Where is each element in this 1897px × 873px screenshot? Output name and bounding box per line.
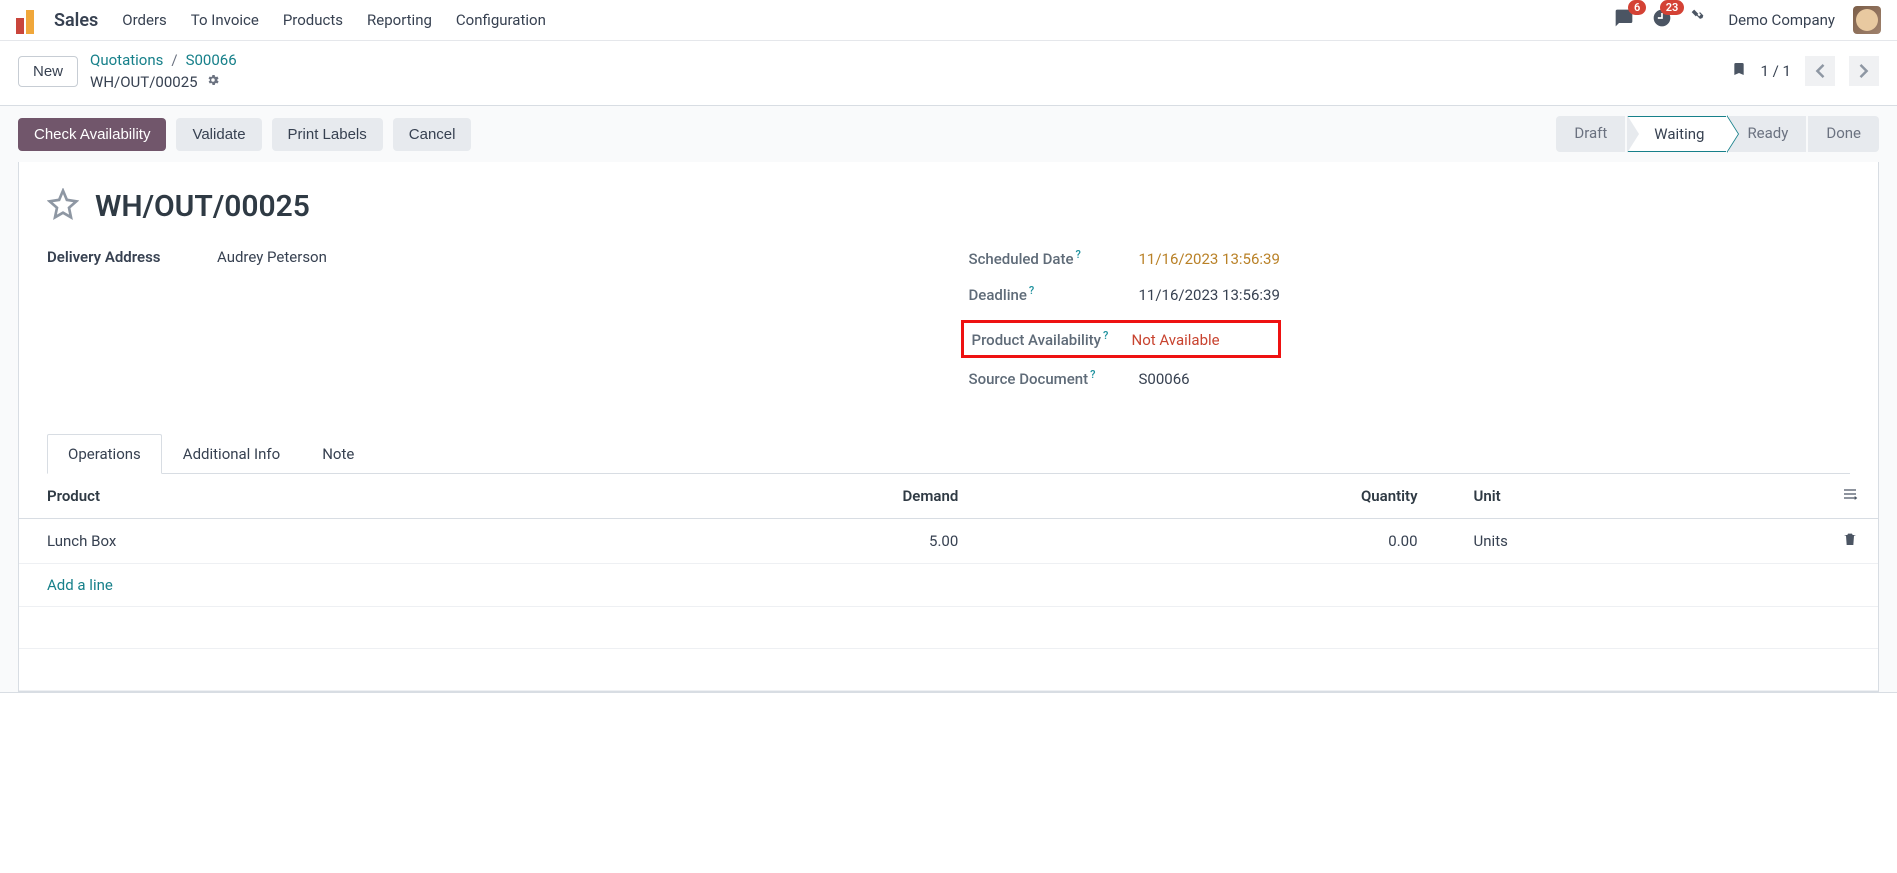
status-pipeline: Draft Waiting Ready Done: [1554, 116, 1879, 152]
col-product[interactable]: Product: [19, 474, 530, 519]
check-availability-button[interactable]: Check Availability: [18, 118, 166, 151]
source-document-label: Source Document?: [969, 368, 1139, 388]
scheduled-date-label: Scheduled Date?: [969, 248, 1139, 268]
app-logo[interactable]: [16, 6, 44, 34]
empty-row: [19, 649, 1878, 691]
nav-links: Orders To Invoice Products Reporting Con…: [122, 11, 546, 29]
nav-products[interactable]: Products: [283, 11, 343, 29]
control-bar: New Quotations / S00066 WH/OUT/00025 1 /…: [0, 41, 1897, 95]
tab-note[interactable]: Note: [301, 434, 375, 473]
delivery-address-label: Delivery Address: [47, 248, 217, 266]
product-availability-highlight: Product Availability? Not Available: [961, 320, 1281, 358]
nav-reporting[interactable]: Reporting: [367, 11, 432, 29]
action-bar: Check Availability Validate Print Labels…: [0, 106, 1897, 162]
tab-operations[interactable]: Operations: [47, 434, 162, 474]
product-availability-label: Product Availability?: [972, 329, 1132, 349]
breadcrumb-quotations[interactable]: Quotations: [90, 51, 163, 69]
add-line-row: Add a line: [19, 564, 1878, 607]
nav-to-invoice[interactable]: To Invoice: [191, 11, 259, 29]
breadcrumb: Quotations / S00066: [90, 51, 237, 69]
table-row[interactable]: Lunch Box 5.00 0.00 Units: [19, 519, 1878, 564]
user-avatar[interactable]: [1853, 6, 1881, 34]
delete-row-button[interactable]: [1814, 519, 1878, 564]
deadline-value[interactable]: 11/16/2023 13:56:39: [1139, 286, 1280, 304]
doc-title: WH/OUT/00025: [95, 189, 310, 224]
status-waiting[interactable]: Waiting: [1627, 116, 1727, 152]
cell-quantity[interactable]: 0.00: [986, 519, 1445, 564]
deadline-label: Deadline?: [969, 284, 1139, 304]
source-document-value[interactable]: S00066: [1139, 370, 1190, 388]
pager-text: 1 / 1: [1761, 62, 1792, 80]
tab-additional-info[interactable]: Additional Info: [162, 434, 301, 473]
col-quantity[interactable]: Quantity: [986, 474, 1445, 519]
status-done[interactable]: Done: [1808, 116, 1879, 152]
nav-configuration[interactable]: Configuration: [456, 11, 546, 29]
col-unit[interactable]: Unit: [1446, 474, 1814, 519]
bookmark-icon[interactable]: [1731, 59, 1747, 83]
empty-row: [19, 607, 1878, 649]
pager-prev-button[interactable]: [1805, 56, 1835, 86]
col-demand[interactable]: Demand: [530, 474, 986, 519]
gear-icon[interactable]: [206, 73, 220, 91]
validate-button[interactable]: Validate: [176, 118, 261, 151]
star-icon[interactable]: [47, 188, 79, 224]
status-draft[interactable]: Draft: [1556, 116, 1625, 152]
product-availability-value: Not Available: [1132, 331, 1220, 349]
help-icon[interactable]: ?: [1076, 248, 1081, 261]
operations-table: Product Demand Quantity Unit Lunch Box 5…: [19, 474, 1878, 691]
add-line-button[interactable]: Add a line: [47, 576, 113, 594]
scheduled-date-value[interactable]: 11/16/2023 13:56:39: [1139, 250, 1280, 268]
help-icon[interactable]: ?: [1090, 368, 1095, 381]
help-icon[interactable]: ?: [1029, 284, 1034, 297]
company-name[interactable]: Demo Company: [1728, 11, 1835, 29]
help-icon[interactable]: ?: [1103, 329, 1108, 342]
app-title[interactable]: Sales: [54, 10, 98, 31]
status-ready[interactable]: Ready: [1729, 116, 1806, 152]
pager-next-button[interactable]: [1849, 56, 1879, 86]
cell-demand[interactable]: 5.00: [530, 519, 986, 564]
cell-unit[interactable]: Units: [1446, 519, 1814, 564]
tools-icon[interactable]: [1690, 8, 1710, 32]
messages-icon[interactable]: 6: [1614, 8, 1634, 32]
col-settings[interactable]: [1814, 474, 1878, 519]
tabs: Operations Additional Info Note: [47, 434, 1850, 474]
cancel-button[interactable]: Cancel: [393, 118, 472, 151]
nav-orders[interactable]: Orders: [122, 11, 167, 29]
new-button[interactable]: New: [18, 56, 78, 87]
form-sheet: WH/OUT/00025 Delivery Address Audrey Pet…: [18, 162, 1879, 692]
top-navbar: Sales Orders To Invoice Products Reporti…: [0, 0, 1897, 41]
print-labels-button[interactable]: Print Labels: [272, 118, 383, 151]
activities-badge: 23: [1660, 0, 1685, 15]
messages-badge: 6: [1628, 0, 1646, 15]
delivery-address-value[interactable]: Audrey Peterson: [217, 248, 327, 266]
breadcrumb-order[interactable]: S00066: [186, 51, 237, 69]
cell-product[interactable]: Lunch Box: [19, 519, 530, 564]
activities-icon[interactable]: 23: [1652, 8, 1672, 32]
record-id: WH/OUT/00025: [90, 73, 198, 91]
